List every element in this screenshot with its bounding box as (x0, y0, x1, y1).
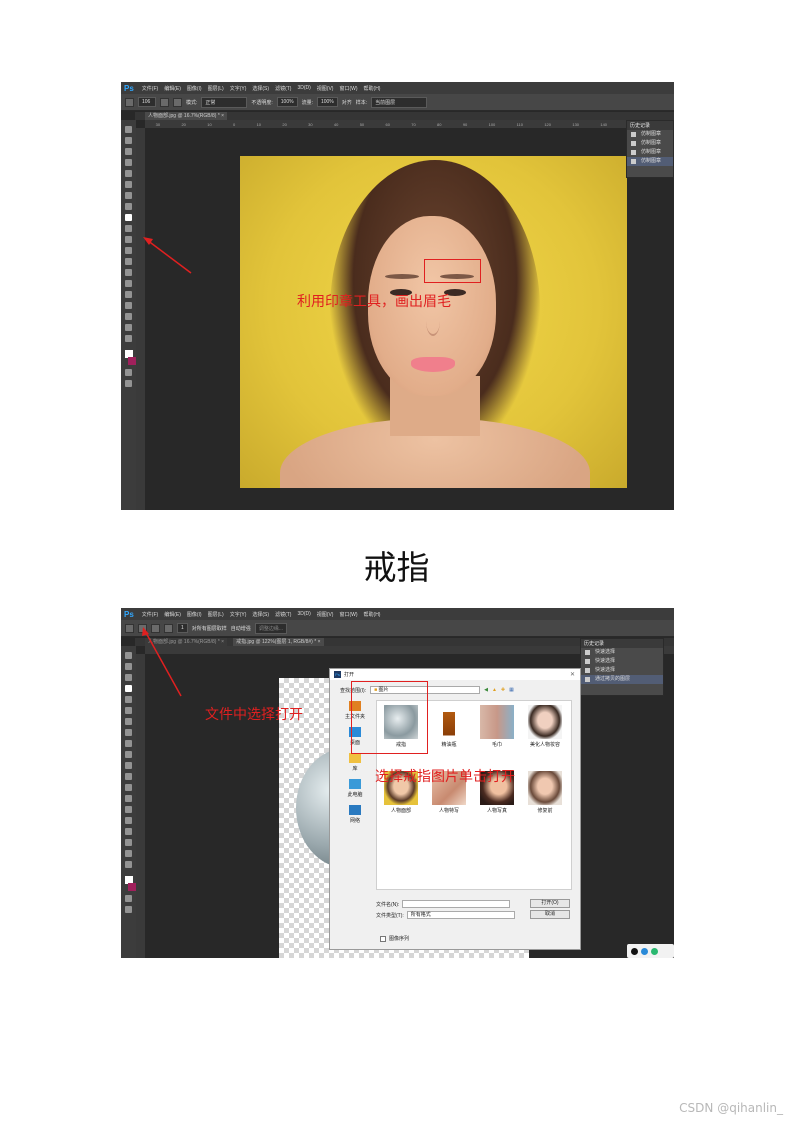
section-heading: 戒指 (363, 548, 430, 587)
photoshop-screenshot-eyebrow: Ps 文件(F) 编辑(E) 图像(I) 图层(L) 文字(Y) 选择(S) 滤… (121, 82, 674, 510)
red-arrow-icon (142, 627, 182, 697)
red-arrow-icon (143, 237, 192, 274)
csdn-watermark: CSDN @qihanlin_ (679, 1101, 783, 1115)
browser-icon[interactable] (641, 947, 648, 955)
windows-taskbar (627, 944, 674, 958)
tiktok-icon[interactable] (631, 947, 638, 955)
app-icon[interactable] (651, 947, 658, 955)
photoshop-screenshot-open-ring: Ps 文件(F) 编辑(E) 图像(I) 图层(L) 文字(Y) 选择(S) 滤… (121, 608, 674, 958)
